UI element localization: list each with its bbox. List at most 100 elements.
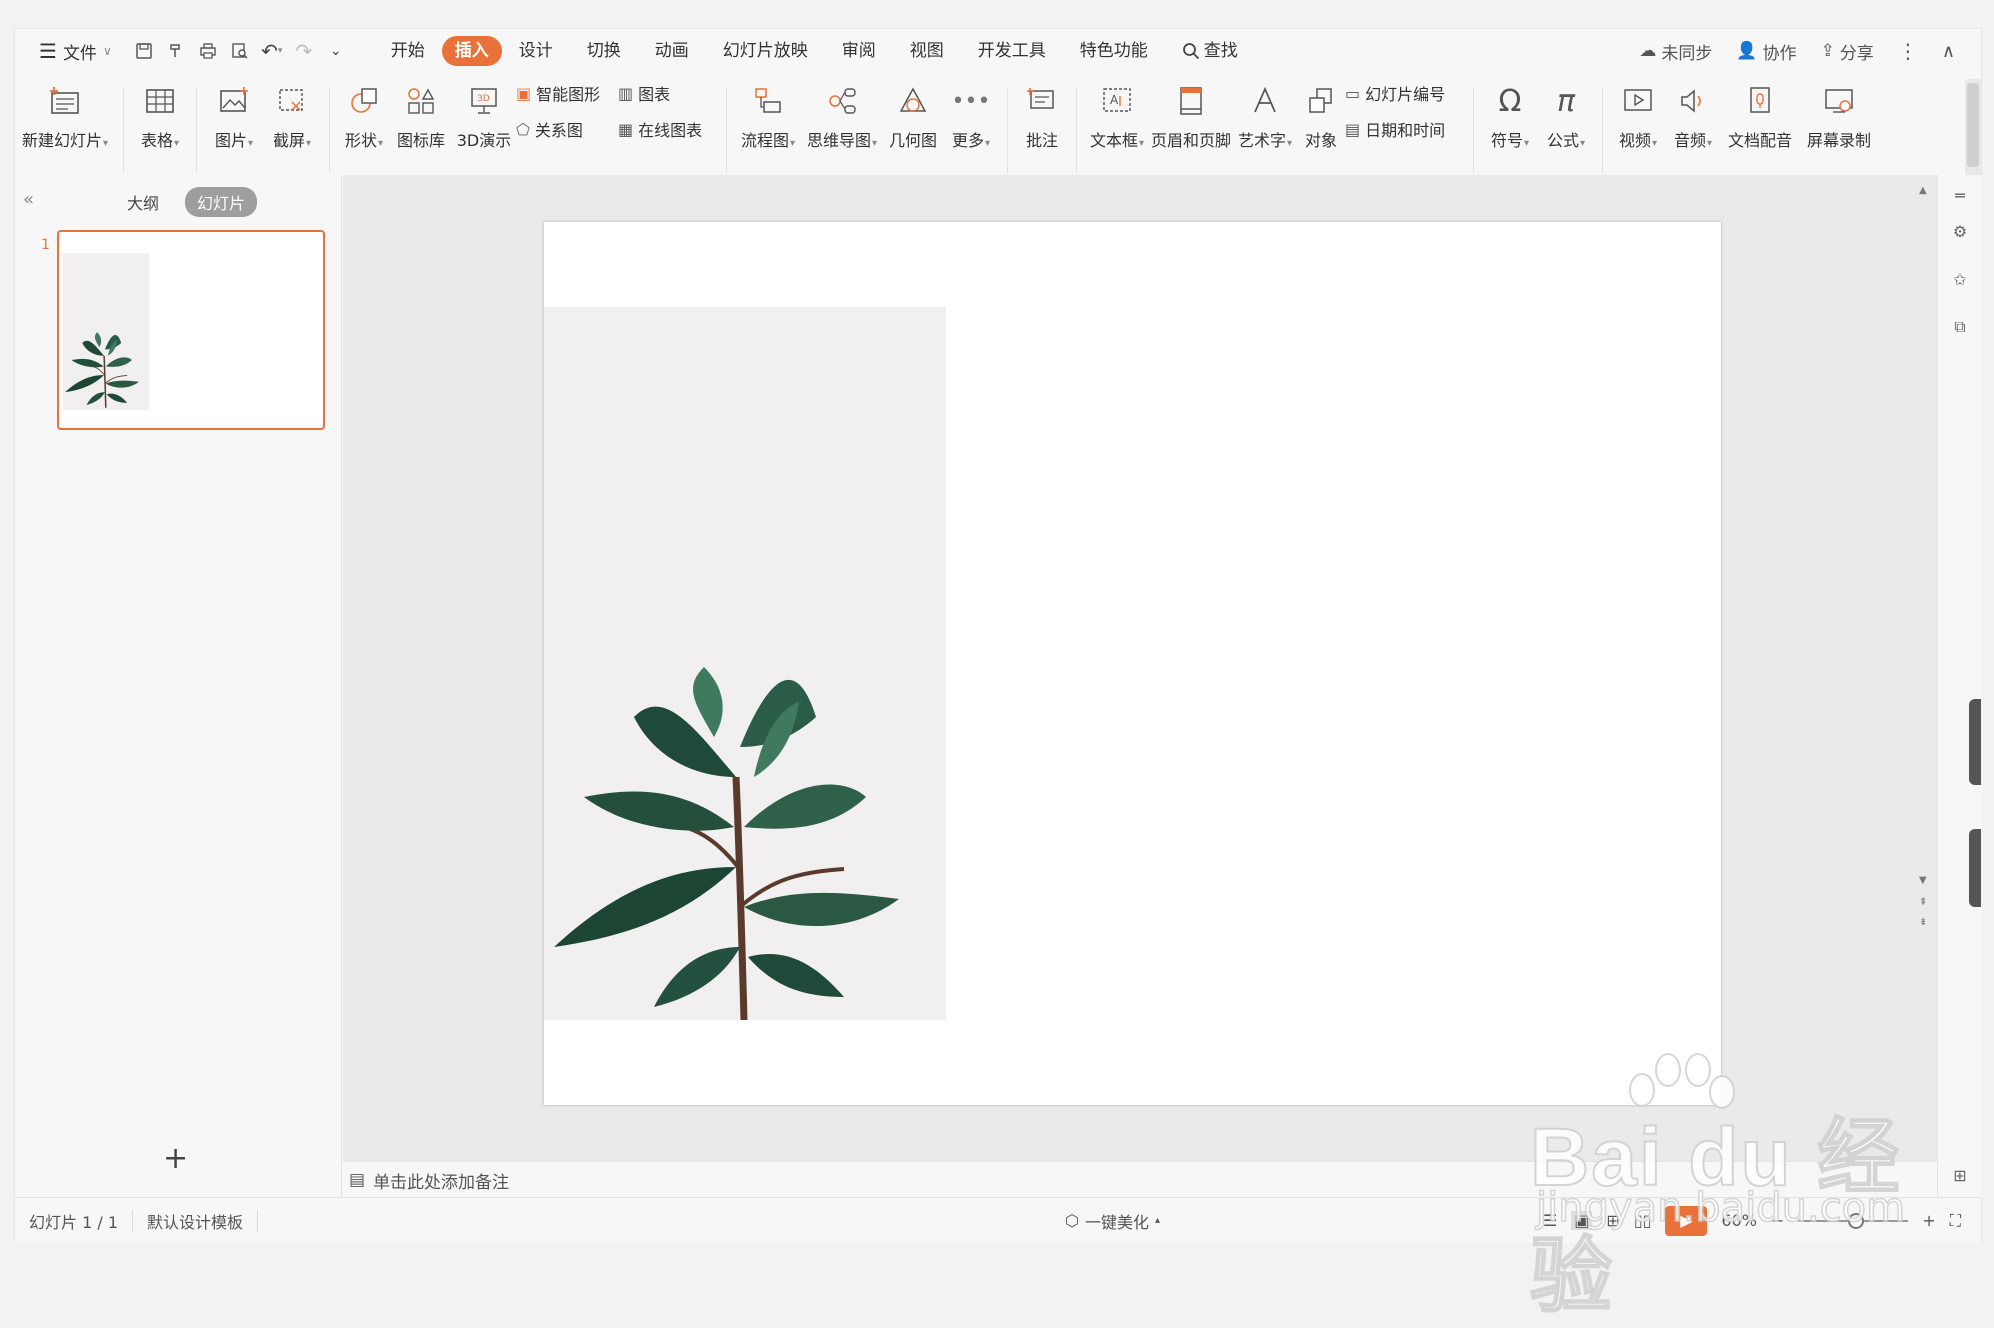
sync-status-button[interactable]: ☁ 未同步 <box>1627 39 1724 64</box>
ribbon-scroll[interactable] <box>1965 79 1981 189</box>
more-button[interactable]: ••• 更多▾ <box>943 73 999 151</box>
properties-icon[interactable]: ⚙ <box>1948 219 1972 243</box>
tab-outline[interactable]: 大纲 <box>115 187 171 217</box>
slide-thumbnail[interactable] <box>57 230 325 430</box>
comment-icon <box>1023 81 1061 121</box>
tab-insert[interactable]: 插入 <box>441 36 502 66</box>
chart-button[interactable]: ▥ 图表 <box>618 81 718 105</box>
doc-dub-button[interactable]: 文档配音 <box>1721 73 1799 151</box>
plant-image[interactable] <box>544 307 946 1020</box>
3d-demo-icon: 3D <box>465 81 503 121</box>
tab-review[interactable]: 审阅 <box>825 36 893 66</box>
video-label: 视频 <box>1618 131 1651 150</box>
slides-pane: « 大纲 幻灯片 1 + <box>15 175 342 1197</box>
online-chart-icon: ▦ <box>618 119 634 139</box>
collapse-pane-icon[interactable]: « <box>23 189 34 210</box>
tab-slides[interactable]: 幻灯片 <box>185 187 258 217</box>
video-button[interactable]: 视频▾ <box>1611 73 1665 151</box>
comment-label: 批注 <box>1025 131 1058 150</box>
transition-icon[interactable]: ⧉ <box>1948 315 1972 339</box>
icon-library-button[interactable]: 图标库 <box>390 73 452 151</box>
tab-slideshow[interactable]: 幻灯片放映 <box>706 36 825 66</box>
textbox-button[interactable]: A 文本框▾ <box>1085 73 1149 151</box>
formula-button[interactable]: π 公式▾ <box>1538 73 1594 151</box>
file-menu[interactable]: ☰ 文件 ∨ <box>33 35 118 67</box>
screenshot-button[interactable]: 截屏▾ <box>263 73 321 151</box>
flowchart-button[interactable]: 流程图▾ <box>735 73 801 151</box>
mindmap-icon <box>823 81 861 121</box>
tab-animations[interactable]: 动画 <box>638 36 706 66</box>
thumbnail-plant-image <box>62 253 150 410</box>
relation-chart-button[interactable]: ⬠ 关系图 <box>516 117 618 141</box>
print-icon[interactable] <box>192 35 224 67</box>
undo-icon[interactable]: ↶ ▾ <box>256 35 288 67</box>
geometry-button[interactable]: 几何图 <box>883 73 943 151</box>
slide-canvas: ▲ ▼ ⇞ ⇟ <box>343 175 1937 1161</box>
beautify-button[interactable]: ⬡ 一键美化 ▴ <box>1065 1209 1160 1233</box>
edge-tab-upper[interactable] <box>1969 699 1981 785</box>
flowchart-label: 流程图 <box>740 131 789 150</box>
sync-label: 未同步 <box>1661 43 1713 64</box>
table-icon <box>141 81 179 121</box>
canvas-scrollbar[interactable]: ▲ ▼ ⇞ ⇟ <box>1919 185 1931 1145</box>
symbol-label: 符号 <box>1490 131 1523 150</box>
tab-special-features[interactable]: 特色功能 <box>1063 36 1165 66</box>
format-painter-icon[interactable] <box>160 35 192 67</box>
video-icon <box>1619 81 1657 121</box>
slide-number-icon: ▭ <box>1345 83 1361 103</box>
tab-transitions[interactable]: 切换 <box>570 36 638 66</box>
collab-button[interactable]: 👤 协作 <box>1724 39 1808 64</box>
edge-tab-lower[interactable] <box>1969 829 1981 907</box>
audio-button[interactable]: 音频▾ <box>1665 73 1721 151</box>
tab-view[interactable]: 视图 <box>893 36 961 66</box>
table-button[interactable]: 表格▾ <box>132 73 188 151</box>
relation-chart-icon: ⬠ <box>516 119 530 139</box>
picture-button[interactable]: 图片▾ <box>205 73 263 151</box>
grid-apps-icon[interactable]: ⊞ <box>1948 1163 1972 1187</box>
save-icon[interactable] <box>128 35 160 67</box>
slide-info: 幻灯片 1 / 1 <box>29 1212 119 1232</box>
animation-icon[interactable]: ✩ <box>1948 267 1972 291</box>
online-chart-button[interactable]: ▦ 在线图表 <box>618 117 718 141</box>
mindmap-button[interactable]: 思维导图▾ <box>801 73 883 151</box>
search-button[interactable]: 查找 <box>1165 36 1255 66</box>
print-preview-icon[interactable] <box>224 35 256 67</box>
header-footer-button[interactable]: 页眉和页脚 <box>1149 73 1233 151</box>
collapse-ribbon-icon[interactable]: ∧ <box>1930 41 1967 62</box>
redo-icon[interactable]: ↷ <box>288 35 320 67</box>
relation-chart-label: 关系图 <box>534 121 583 140</box>
doc-dub-label: 文档配音 <box>1727 131 1792 150</box>
comment-button[interactable]: 批注 <box>1016 73 1068 151</box>
shape-button[interactable]: 形状▾ <box>338 73 390 151</box>
screenshot-icon <box>273 81 311 121</box>
chart-label: 图表 <box>638 85 671 104</box>
datetime-button[interactable]: ▤ 日期和时间 <box>1345 117 1465 141</box>
search-label: 查找 <box>1203 41 1238 61</box>
audio-label: 音频 <box>1673 131 1706 150</box>
calendar-icon: ▤ <box>1345 119 1361 139</box>
add-slide-icon[interactable]: + <box>163 1141 188 1176</box>
svg-text:3D: 3D <box>477 94 490 104</box>
tab-developer[interactable]: 开发工具 <box>961 36 1063 66</box>
menu-bar: ☰ 文件 ∨ ↶ ▾ ↷ ⌄ 开始 插入 设计 切换 动画 幻灯片放映 审阅 视… <box>15 29 1981 73</box>
more-options-icon[interactable]: ⋮ <box>1886 39 1930 63</box>
side-panel: ═ ⚙ ✩ ⧉ ⊞ <box>1937 175 1982 1197</box>
symbol-button[interactable]: Ω 符号▾ <box>1482 73 1538 151</box>
smart-shape-button[interactable]: ▣ 智能图形 <box>516 81 618 105</box>
slide[interactable] <box>544 222 1721 1105</box>
new-slide-button[interactable]: 新建幻灯片▾ <box>15 73 115 151</box>
customize-quick-access-icon[interactable]: ⌄ <box>320 35 352 67</box>
3d-demo-button[interactable]: 3D 3D演示 <box>452 73 516 151</box>
share-button[interactable]: ⇪ 分享 <box>1809 39 1886 64</box>
tab-design[interactable]: 设计 <box>502 36 570 66</box>
wordart-button[interactable]: 艺术字▾ <box>1233 73 1297 151</box>
screen-record-button[interactable]: 屏幕录制 <box>1799 73 1879 151</box>
notes-icon: ▤ <box>349 1170 366 1190</box>
fit-window-icon[interactable]: ⛶ <box>1950 1211 1961 1231</box>
template-name[interactable]: 默认设计模板 <box>133 1209 257 1233</box>
picture-label: 图片 <box>214 131 247 150</box>
slide-number-button[interactable]: ▭ 幻灯片编号 <box>1345 81 1465 105</box>
beautify-icon: ⬡ <box>1065 1211 1079 1230</box>
object-button[interactable]: 对象 <box>1297 73 1345 151</box>
tab-home[interactable]: 开始 <box>374 36 442 66</box>
